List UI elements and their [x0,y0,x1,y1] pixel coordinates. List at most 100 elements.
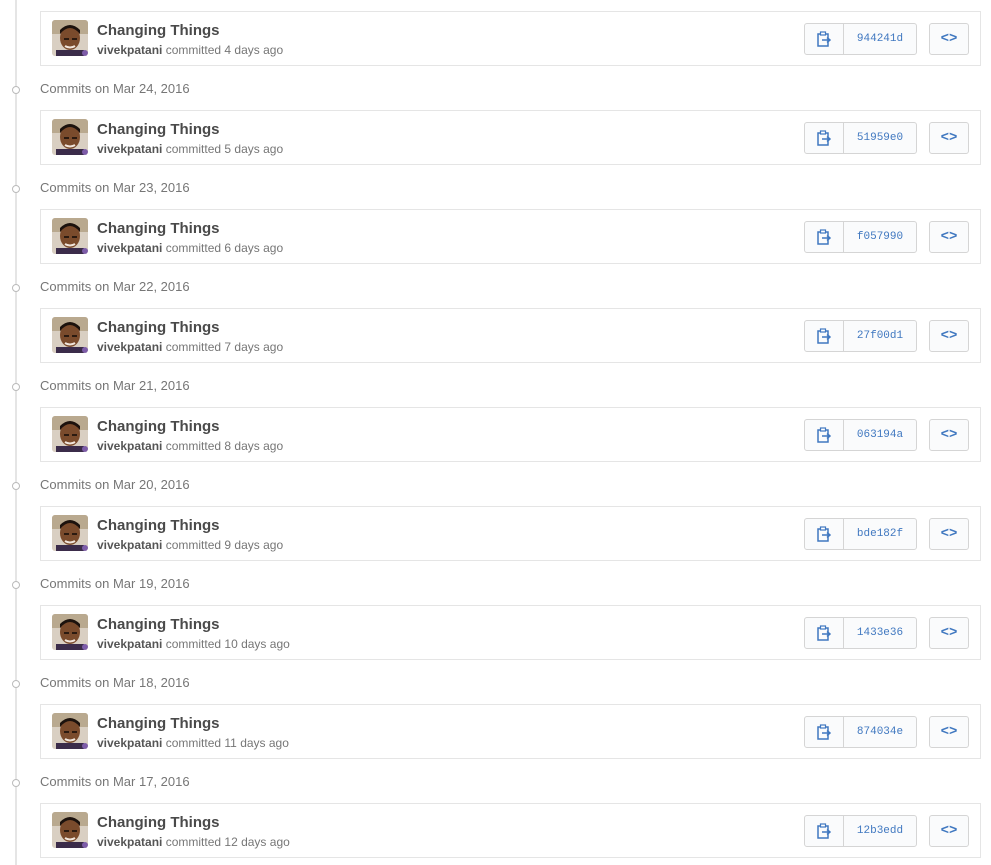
commit-group-header: Commits on Mar 24, 2016 [0,66,991,110]
commit-time: committed 5 days ago [165,142,284,156]
commit-row: Changing Things vivekpatani committed 4 d… [40,11,981,66]
commit-author[interactable]: vivekpatani [97,736,162,750]
commit-group-header: Commits on Mar 22, 2016 [0,264,991,308]
commit-sha-link[interactable]: 944241d [844,24,916,54]
commits-label: Commits [40,180,92,195]
commit-author[interactable]: vivekpatani [97,142,162,156]
commit-row: Changing Things vivekpatani committed 8 d… [40,407,981,462]
browse-code-icon[interactable]: <> [929,221,969,253]
commit-sha-link[interactable]: 12b3edd [844,816,916,846]
commit-time: committed 4 days ago [165,43,284,57]
commit-author[interactable]: vivekpatani [97,439,162,453]
timeline-dot-icon [8,282,22,292]
commit-title[interactable]: Changing Things [97,319,219,336]
commit-group-header: Commits on Mar 23, 2016 [0,165,991,209]
commits-label: Commits [40,675,92,690]
commit-sha-link[interactable]: 874034e [844,717,916,747]
commit-group-header: Commits on Mar 20, 2016 [0,462,991,506]
clipboard-icon[interactable] [805,321,844,351]
commit-date: on Mar 24, 2016 [94,81,190,96]
timeline-dot-icon [8,777,22,787]
commit-time: committed 10 days ago [165,637,290,651]
commit-sha-link[interactable]: bde182f [844,519,916,549]
clipboard-icon[interactable] [805,24,844,54]
timeline-dot-icon [8,678,22,688]
commit-sha-link[interactable]: 063194a [844,420,916,450]
commit-date: on Mar 19, 2016 [94,576,190,591]
commit-date: on Mar 21, 2016 [94,378,190,393]
commits-label: Commits [40,477,92,492]
avatar[interactable] [52,20,88,56]
commit-date: on Mar 20, 2016 [94,477,190,492]
sha-button-group: 063194a [804,419,917,451]
commit-time: committed 9 days ago [165,538,284,552]
avatar[interactable] [52,317,88,353]
commit-title[interactable]: Changing Things [97,220,219,237]
avatar[interactable] [52,713,88,749]
commit-date: on Mar 18, 2016 [94,675,190,690]
commit-title[interactable]: Changing Things [97,715,219,732]
commit-author[interactable]: vivekpatani [97,340,162,354]
clipboard-icon[interactable] [805,123,844,153]
commit-group-header: Commits on Mar 21, 2016 [0,363,991,407]
avatar[interactable] [52,218,88,254]
avatar[interactable] [52,812,88,848]
clipboard-icon[interactable] [805,618,844,648]
avatar[interactable] [52,119,88,155]
commit-author[interactable]: vivekpatani [97,43,162,57]
commit-sha-link[interactable]: 1433e36 [844,618,916,648]
commit-title[interactable]: Changing Things [97,517,219,534]
commit-sha-link[interactable]: 51959e0 [844,123,916,153]
commits-label: Commits [40,279,92,294]
commit-row: Changing Things vivekpatani committed 5 d… [40,110,981,165]
browse-code-icon[interactable]: <> [929,716,969,748]
clipboard-icon[interactable] [805,519,844,549]
sha-button-group: 51959e0 [804,122,917,154]
commit-list: Changing Things vivekpatani committed 4 d… [0,11,991,858]
browse-code-icon[interactable]: <> [929,23,969,55]
commit-group-header: Commits on Mar 17, 2016 [0,759,991,803]
commit-title[interactable]: Changing Things [97,22,219,39]
commit-row: Changing Things vivekpatani committed 9 d… [40,506,981,561]
browse-code-icon[interactable]: <> [929,320,969,352]
commit-author[interactable]: vivekpatani [97,835,162,849]
sha-button-group: 874034e [804,716,917,748]
clipboard-icon[interactable] [805,420,844,450]
timeline-dot-icon [8,579,22,589]
commit-title[interactable]: Changing Things [97,418,219,435]
timeline-dot-icon [8,480,22,490]
commit-author[interactable]: vivekpatani [97,637,162,651]
avatar[interactable] [52,614,88,650]
commit-time: committed 7 days ago [165,340,284,354]
commit-sha-link[interactable]: 27f00d1 [844,321,916,351]
commit-author[interactable]: vivekpatani [97,538,162,552]
commits-label: Commits [40,774,92,789]
commits-label: Commits [40,81,92,96]
avatar[interactable] [52,416,88,452]
commit-author[interactable]: vivekpatani [97,241,162,255]
commits-label: Commits [40,378,92,393]
commit-row: Changing Things vivekpatani committed 7 d… [40,308,981,363]
clipboard-icon[interactable] [805,222,844,252]
sha-button-group: 27f00d1 [804,320,917,352]
commit-date: on Mar 23, 2016 [94,180,190,195]
browse-code-icon[interactable]: <> [929,518,969,550]
commit-title[interactable]: Changing Things [97,616,219,633]
commit-title[interactable]: Changing Things [97,121,219,138]
clipboard-icon[interactable] [805,717,844,747]
browse-code-icon[interactable]: <> [929,617,969,649]
commit-time: committed 12 days ago [165,835,290,849]
commit-date: on Mar 17, 2016 [94,774,190,789]
clipboard-icon[interactable] [805,816,844,846]
sha-button-group: 12b3edd [804,815,917,847]
commit-title[interactable]: Changing Things [97,814,219,831]
avatar[interactable] [52,515,88,551]
commit-time: committed 8 days ago [165,439,284,453]
commit-sha-link[interactable]: f057990 [844,222,916,252]
sha-button-group: 944241d [804,23,917,55]
browse-code-icon[interactable]: <> [929,122,969,154]
commit-row: Changing Things vivekpatani committed 12 … [40,803,981,858]
browse-code-icon[interactable]: <> [929,815,969,847]
commit-date: on Mar 22, 2016 [94,279,190,294]
browse-code-icon[interactable]: <> [929,419,969,451]
